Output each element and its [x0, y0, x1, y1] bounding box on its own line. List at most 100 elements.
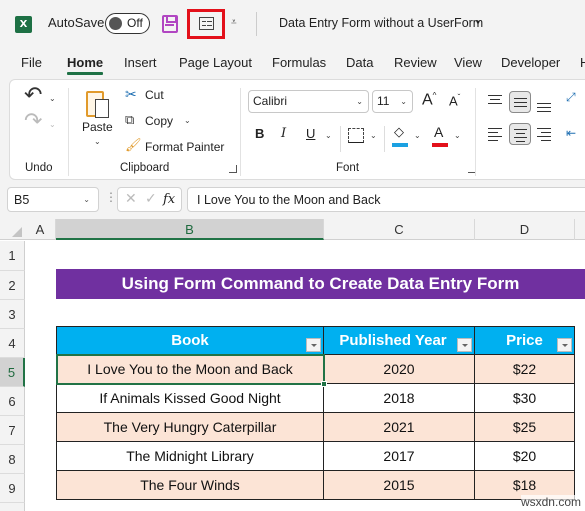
format-painter-button[interactable]: Format Painter — [145, 140, 224, 154]
table-cell-book[interactable]: I Love You to the Moon and Back — [56, 355, 324, 384]
decrease-indent-icon[interactable]: ⇤ — [566, 126, 576, 140]
table-cell-year[interactable]: 2018 — [324, 384, 475, 413]
table-cell-price[interactable]: $20 — [475, 442, 575, 471]
font-color-dropdown-icon[interactable]: ⌄ — [454, 131, 461, 140]
excel-window: X AutoSave Off ⩡ Data Entry Form without… — [0, 0, 585, 511]
tab-page-layout[interactable]: Page Layout — [179, 55, 252, 70]
align-left-button[interactable] — [485, 123, 507, 145]
table-cell-price[interactable]: $22 — [475, 355, 575, 384]
autosave-state: Off — [127, 16, 143, 30]
row-header-9[interactable]: 9 — [0, 474, 25, 503]
tab-review[interactable]: Review — [394, 55, 437, 70]
paste-button[interactable]: Paste ⌄ — [80, 86, 116, 150]
clipboard-group-label: Clipboard — [120, 162, 170, 174]
row-header-8[interactable]: 8 — [0, 445, 25, 474]
table-cell-price[interactable]: $25 — [475, 413, 575, 442]
column-header-c[interactable]: C — [324, 219, 475, 240]
insert-function-icon[interactable]: fx — [163, 192, 175, 207]
cut-button[interactable]: Cut — [145, 88, 164, 102]
undo-icon[interactable]: ↶ — [24, 82, 42, 108]
select-all-button[interactable] — [0, 219, 25, 240]
row-header-7[interactable]: 7 — [0, 416, 25, 445]
chevron-down-icon: ⌄ — [356, 97, 363, 106]
tab-help[interactable]: H — [580, 55, 585, 70]
align-center-button[interactable] — [509, 123, 531, 145]
cancel-icon[interactable]: ✕ — [125, 191, 137, 207]
align-right-button[interactable] — [534, 123, 556, 145]
header-published-year[interactable]: Published Year — [324, 326, 475, 355]
formula-bar-grip[interactable]: ⋮ — [105, 190, 117, 204]
underline-button[interactable]: U — [306, 126, 315, 141]
table-cell-book[interactable]: The Four Winds — [56, 471, 324, 500]
tab-formulas[interactable]: Formulas — [272, 55, 326, 70]
form-command-button[interactable] — [187, 9, 225, 39]
filter-dropdown-icon[interactable] — [306, 338, 321, 352]
excel-logo-letter: X — [19, 19, 28, 30]
borders-dropdown-icon[interactable]: ⌄ — [370, 131, 377, 140]
tab-developer[interactable]: Developer — [501, 55, 560, 70]
header-published-year-label: Published Year — [339, 332, 447, 349]
tab-file[interactable]: File — [21, 55, 42, 70]
format-painter-icon: 🖌 — [125, 137, 142, 152]
shrink-font-button[interactable]: Aˇ — [449, 93, 460, 108]
customize-qat-icon[interactable]: ⩡ — [231, 17, 237, 28]
top-align-button[interactable] — [485, 91, 507, 113]
row-header-6[interactable]: 6 — [0, 387, 25, 416]
row-header-5[interactable]: 5 — [0, 358, 25, 387]
enter-icon[interactable]: ✓ — [145, 191, 157, 207]
tab-data[interactable]: Data — [346, 55, 373, 70]
column-header-d[interactable]: D — [475, 219, 575, 240]
filter-dropdown-icon[interactable] — [457, 338, 472, 352]
font-color-icon[interactable]: A — [434, 124, 443, 140]
bottom-align-button[interactable] — [534, 94, 556, 116]
fill-color-icon[interactable]: ◇ — [394, 124, 404, 140]
column-header-b[interactable]: B — [56, 219, 324, 240]
tab-view[interactable]: View — [454, 55, 482, 70]
column-header-a[interactable]: A — [25, 219, 56, 240]
row-header-10[interactable] — [0, 503, 25, 511]
borders-icon[interactable] — [348, 128, 364, 143]
table-cell-book[interactable]: The Midnight Library — [56, 442, 324, 471]
filter-dropdown-icon[interactable] — [557, 338, 572, 352]
save-icon[interactable] — [162, 15, 178, 33]
header-price[interactable]: Price — [475, 326, 575, 355]
fill-color-dropdown-icon[interactable]: ⌄ — [414, 131, 421, 140]
row-header-3[interactable]: 3 — [0, 300, 25, 329]
grow-font-button[interactable]: A^ — [422, 91, 436, 109]
orientation-icon[interactable]: ⤢ — [566, 90, 576, 105]
worksheet-grid: A B C D 1 2 3 4 5 6 7 8 9 Using Form Com… — [0, 219, 585, 511]
undo-dropdown-icon[interactable]: ⌄ — [49, 94, 56, 103]
table-cell-book[interactable]: If Animals Kissed Good Night — [56, 384, 324, 413]
bold-button[interactable]: B — [255, 126, 264, 141]
chevron-down-icon[interactable]: ▾ — [476, 18, 480, 27]
table-cell-year[interactable]: 2015 — [324, 471, 475, 500]
row-header-4[interactable]: 4 — [0, 329, 25, 358]
table-cell-year[interactable]: 2017 — [324, 442, 475, 471]
watermark: wsxdn.com — [520, 495, 581, 509]
font-size-select[interactable]: 11 ⌄ — [372, 90, 413, 113]
table-cell-price[interactable]: $30 — [475, 384, 575, 413]
name-box[interactable]: B5 ⌄ — [7, 187, 99, 212]
fill-handle[interactable] — [321, 381, 327, 387]
sheet-title-banner[interactable]: Using Form Command to Create Data Entry … — [56, 269, 585, 299]
header-book[interactable]: Book — [56, 326, 324, 355]
row-header-1[interactable]: 1 — [0, 241, 25, 271]
font-name-select[interactable]: Calibri ⌄ — [248, 90, 369, 113]
row-header-2[interactable]: 2 — [0, 271, 25, 300]
tab-home[interactable]: Home — [67, 55, 104, 75]
table-cell-year[interactable]: 2021 — [324, 413, 475, 442]
chevron-down-icon: ⌄ — [83, 195, 90, 204]
middle-align-button[interactable] — [509, 91, 531, 113]
table-cell-year[interactable]: 2020 — [324, 355, 475, 384]
clipboard-launcher-icon[interactable] — [229, 165, 237, 173]
copy-button[interactable]: Copy — [145, 114, 173, 128]
copy-dropdown-icon[interactable]: ⌄ — [184, 116, 191, 125]
tab-insert[interactable]: Insert — [124, 55, 157, 70]
formula-input[interactable]: I Love You to the Moon and Back — [187, 187, 585, 212]
autosave-toggle[interactable]: Off — [105, 13, 150, 34]
document-title[interactable]: Data Entry Form without a UserForm — [279, 16, 483, 30]
underline-dropdown-icon[interactable]: ⌄ — [325, 131, 332, 140]
name-box-value: B5 — [14, 193, 30, 207]
italic-button[interactable]: I — [281, 126, 286, 141]
table-cell-book[interactable]: The Very Hungry Caterpillar — [56, 413, 324, 442]
